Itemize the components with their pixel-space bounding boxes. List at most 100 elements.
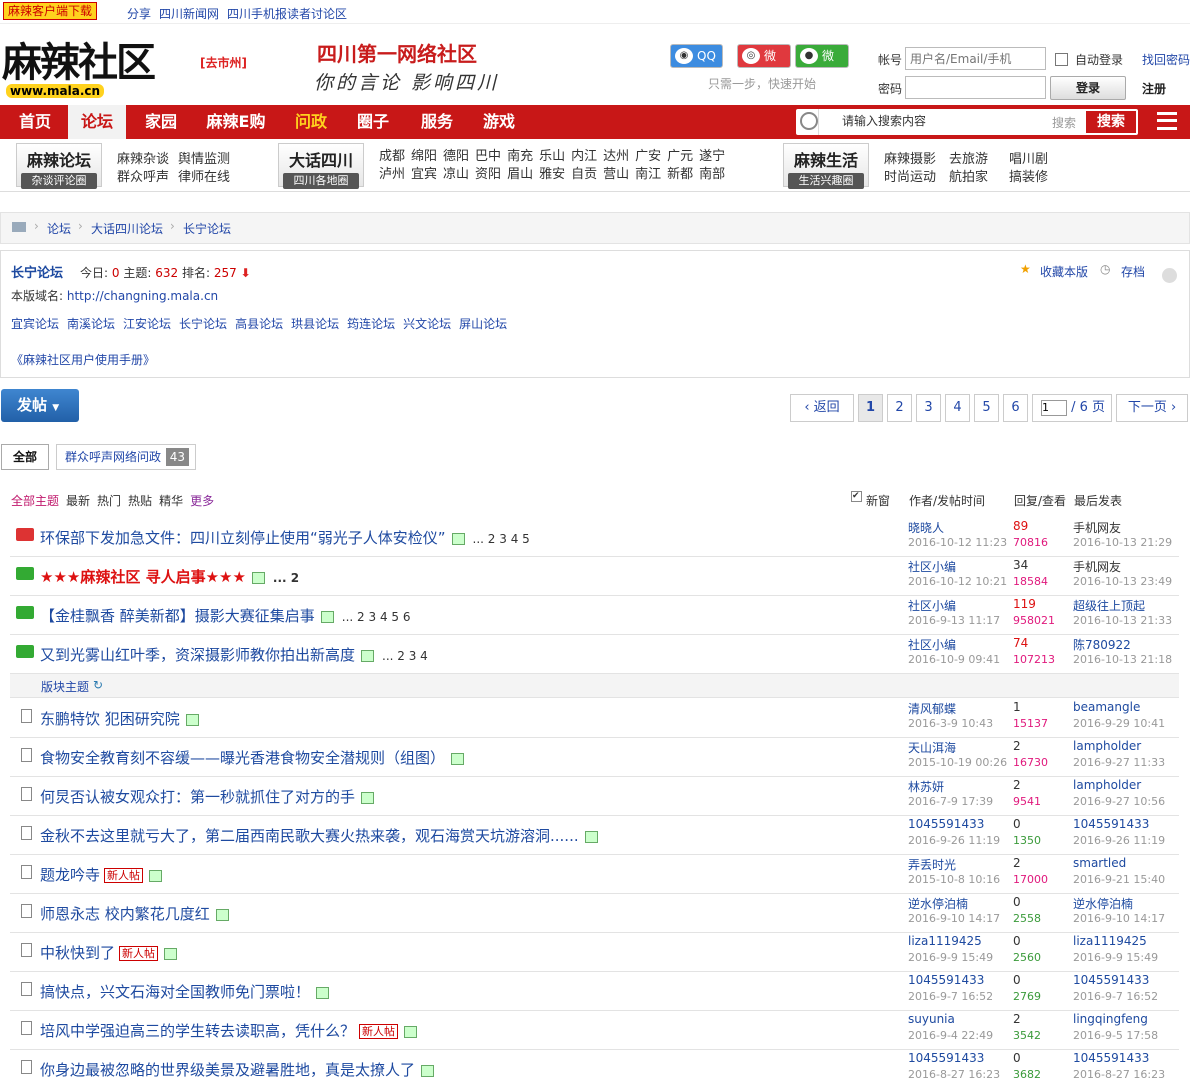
thread-author[interactable]: suyunia — [908, 1012, 955, 1026]
last-poster[interactable]: lampholder — [1073, 739, 1141, 753]
city-link[interactable]: 眉山 — [507, 167, 533, 182]
thread-author[interactable]: 清风郁蝶 — [908, 700, 956, 717]
city-link[interactable]: 达州 — [603, 149, 629, 164]
thread-author[interactable]: 1045591433 — [908, 817, 984, 831]
nav-home-space[interactable]: 家园 — [132, 105, 190, 139]
last-poster[interactable]: 1045591433 — [1073, 817, 1149, 831]
city-link[interactable]: 德阳 — [443, 149, 469, 164]
thread-author[interactable]: liza1119425 — [908, 934, 982, 948]
thread-pages[interactable]: ... 2 — [273, 571, 299, 585]
city-link[interactable]: 自贡 — [571, 167, 597, 182]
related-forum-link[interactable]: 南溪论坛 — [67, 317, 115, 331]
thread-author[interactable]: 社区小编 — [908, 558, 956, 575]
collapse-icon[interactable] — [1162, 268, 1177, 283]
subnav-link[interactable]: 麻辣摄影 — [884, 148, 936, 167]
subnav-box-life[interactable]: 麻辣生活 生活兴趣圈 — [783, 143, 869, 189]
new-window-checkbox[interactable]: ✔ — [851, 491, 862, 502]
find-password-link[interactable]: 找回密码 — [1142, 51, 1190, 68]
city-link[interactable]: 乐山 — [539, 149, 565, 164]
thread-title[interactable]: 食物安全教育刻不容缓——曝光香港食物安全潜规则（组图） — [40, 747, 465, 768]
account-input[interactable] — [905, 47, 1046, 70]
last-poster[interactable]: 逆水停泊楠 — [1073, 895, 1133, 912]
related-forum-link[interactable]: 兴文论坛 — [403, 317, 451, 331]
city-link[interactable]: 营山 — [603, 167, 629, 182]
last-poster[interactable]: liza1119425 — [1073, 934, 1147, 948]
last-poster[interactable]: lingqingfeng — [1073, 1012, 1148, 1026]
nav-services[interactable]: 服务 — [408, 105, 466, 139]
city-link[interactable]: 成都 — [379, 149, 405, 164]
nav-games[interactable]: 游戏 — [470, 105, 528, 139]
subnav-link[interactable]: 去旅游 — [949, 148, 988, 167]
subnav-link[interactable]: 麻辣杂谈 — [117, 148, 169, 167]
thread-author[interactable]: 1045591433 — [908, 973, 984, 987]
filter-4[interactable]: 精华 — [159, 494, 183, 508]
nav-wenzheng[interactable]: 问政 — [282, 105, 340, 139]
last-poster[interactable]: 1045591433 — [1073, 973, 1149, 987]
nav-home[interactable]: 首页 — [6, 105, 64, 139]
filter-2[interactable]: 热门 — [97, 494, 121, 508]
download-client-button[interactable]: 麻辣客户端下载 — [3, 2, 98, 20]
thread-author[interactable]: 社区小编 — [908, 636, 956, 653]
page-6[interactable]: 6 — [1003, 394, 1028, 422]
breadcrumb-item[interactable]: 大话四川论坛 — [91, 220, 163, 237]
thread-title[interactable]: 又到光雾山红叶季，资深摄影师教你拍出新高度 ... 2 3 4 — [40, 644, 428, 665]
last-poster[interactable]: smartled — [1073, 856, 1126, 870]
page-3[interactable]: 3 — [916, 394, 941, 422]
city-link[interactable]: 广安 — [635, 149, 661, 164]
thread-title[interactable]: 环保部下发加急文件：四川立刻停止使用“弱光子人体安检仪” ... 2 3 4 5 — [40, 527, 530, 548]
nav-forum[interactable]: 论坛 — [68, 105, 126, 139]
city-link[interactable]: 凉山 — [443, 167, 469, 182]
city-select-link[interactable]: [去市州] — [200, 54, 247, 71]
subnav-link[interactable]: 舆情监测 — [178, 148, 230, 167]
last-poster[interactable]: beamangle — [1073, 700, 1140, 714]
wechat-login-button[interactable]: ● 微信 — [795, 44, 849, 85]
filter-3[interactable]: 热贴 — [128, 494, 152, 508]
related-forum-link[interactable]: 高县论坛 — [235, 317, 283, 331]
thread-title[interactable]: 中秋快到了 新人帖 — [40, 942, 178, 963]
nav-circles[interactable]: 圈子 — [344, 105, 402, 139]
user-manual-link[interactable]: 《麻辣社区用户使用手册》 — [11, 351, 155, 368]
tab-wenzheng[interactable]: 群众呼声网络问政 43 — [56, 444, 196, 470]
related-forum-link[interactable]: 长宁论坛 — [179, 317, 227, 331]
last-poster[interactable]: lampholder — [1073, 778, 1141, 792]
last-poster[interactable]: 手机网友 — [1073, 558, 1121, 575]
filter-0[interactable]: 全部主题 — [11, 494, 59, 508]
breadcrumb-item[interactable]: 长宁论坛 — [183, 220, 231, 237]
forum-domain-link[interactable]: http://changning.mala.cn — [67, 289, 218, 303]
city-link[interactable]: 泸州 — [379, 167, 405, 182]
city-link[interactable]: 新都 — [667, 167, 693, 182]
next-page-button[interactable]: 下一页 › — [1116, 394, 1188, 422]
thread-author[interactable]: 1045591433 — [908, 1051, 984, 1065]
sichuan-news-link[interactable]: 四川新闻网 — [159, 5, 219, 22]
related-forum-link[interactable]: 筠连论坛 — [347, 317, 395, 331]
thread-pages[interactable]: ... 2 3 4 — [382, 649, 428, 663]
thread-pages[interactable]: ... 2 3 4 5 6 — [342, 610, 411, 624]
last-poster[interactable]: 超级往上顶起 — [1073, 597, 1145, 614]
search-button[interactable]: 搜索 — [1086, 111, 1136, 133]
city-link[interactable]: 巴中 — [475, 149, 501, 164]
last-poster[interactable]: 1045591433 — [1073, 1051, 1149, 1065]
subnav-link[interactable]: 搞装修 — [1009, 166, 1048, 185]
page-jump-input[interactable] — [1041, 399, 1067, 416]
city-link[interactable]: 南部 — [699, 167, 725, 182]
share-link[interactable]: 分享 — [127, 5, 151, 22]
page-4[interactable]: 4 — [945, 394, 970, 422]
mobile-news-forum-link[interactable]: 四川手机报读者讨论区 — [227, 5, 347, 22]
city-link[interactable]: 南江 — [635, 167, 661, 182]
page-5[interactable]: 5 — [974, 394, 999, 422]
related-forum-link[interactable]: 宜宾论坛 — [11, 317, 59, 331]
thread-title[interactable]: ★★★麻辣社区 寻人启事★★★ ... 2 — [40, 566, 299, 587]
related-forum-link[interactable]: 屏山论坛 — [459, 317, 507, 331]
nav-ebuy[interactable]: 麻辣E购 — [200, 105, 272, 139]
register-link[interactable]: 注册 — [1142, 80, 1166, 97]
archive-link[interactable]: 存档 — [1121, 263, 1145, 280]
login-button[interactable]: 登录 — [1050, 76, 1126, 100]
city-link[interactable]: 广元 — [667, 149, 693, 164]
new-post-button[interactable]: 发帖 ▼ — [1, 389, 79, 422]
auto-login-checkbox[interactable] — [1055, 53, 1068, 66]
city-link[interactable]: 遂宁 — [699, 149, 725, 164]
related-forum-link[interactable]: 江安论坛 — [123, 317, 171, 331]
back-button[interactable]: ‹ 返回 — [790, 394, 854, 422]
city-link[interactable]: 宜宾 — [411, 167, 437, 182]
thread-title[interactable]: 何炅否认被女观众打：第一秒就抓住了对方的手 — [40, 786, 375, 807]
